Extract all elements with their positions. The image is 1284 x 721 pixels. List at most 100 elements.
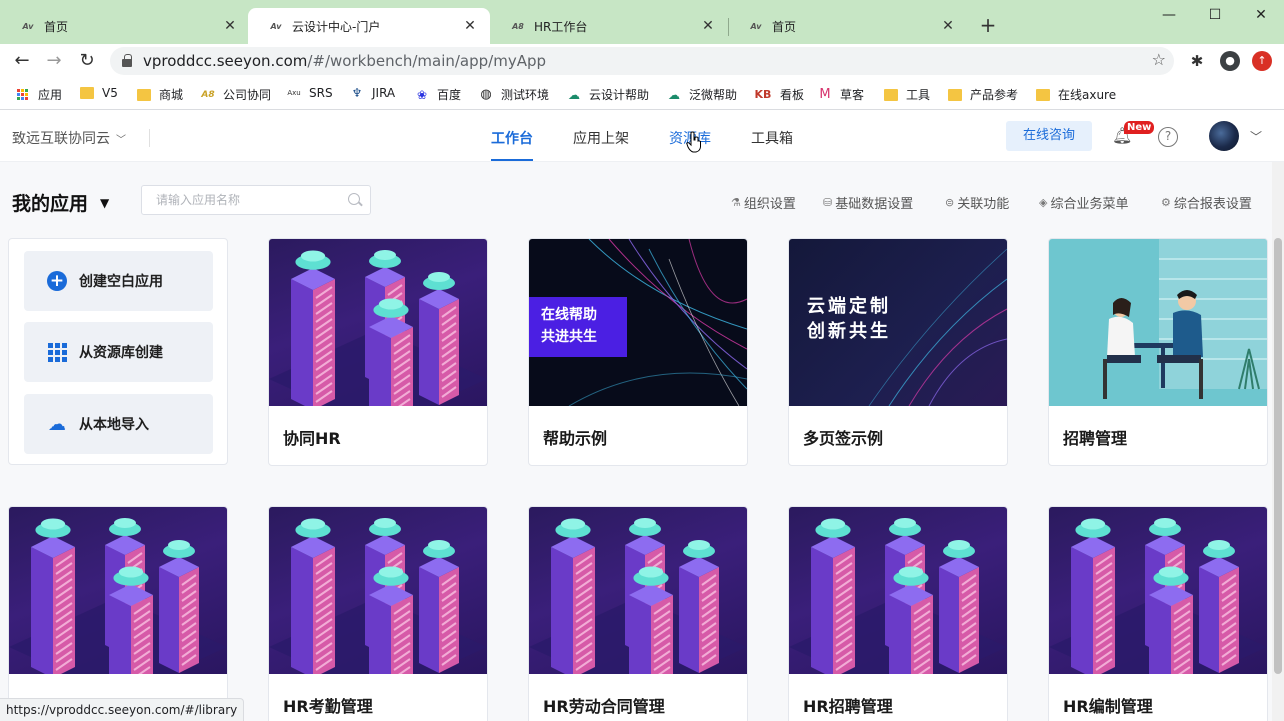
cloud-help-icon: ☁ — [568, 87, 580, 102]
related-functions-link[interactable]: ⊜ 关联功能 — [945, 193, 1009, 212]
bookmark-kanban[interactable]: KB 看板 — [754, 86, 804, 103]
app-card[interactable]: HR编制管理 — [1048, 506, 1268, 721]
folder-icon — [80, 87, 94, 99]
bookmarks-bar: 应用 V5 商城 A8 公司协同 Axu SRS ♆ JIRA ❀ 百度 ◍ 测试环境 ☁… — [0, 80, 1284, 110]
plus-circle-icon: + — [47, 271, 67, 291]
help-icon[interactable]: ? — [1158, 127, 1178, 147]
app-search — [141, 185, 371, 215]
browser-tab[interactable]: Av 首页 ✕ — [0, 8, 250, 44]
help-banner: 在线帮助 共进共生 — [529, 297, 627, 357]
base-data-settings-link[interactable]: ⛁ 基础数据设置 — [823, 193, 913, 212]
close-window-icon[interactable]: ✕ — [1250, 4, 1272, 26]
bookmark-company[interactable]: A8 公司协同 — [201, 86, 271, 103]
tab-title: HR工作台 — [534, 19, 588, 34]
browser-tab-active[interactable]: Av 云设计中心-门户 ✕ — [248, 8, 490, 44]
browser-tab[interactable]: Av 首页 ✕ — [728, 8, 968, 44]
folder-icon — [137, 88, 151, 101]
nav-workbench[interactable]: 工作台 — [491, 128, 533, 161]
building-shape — [1071, 518, 1115, 674]
bookmark-mall[interactable]: 商城 — [137, 86, 183, 103]
bookmark-jira[interactable]: ♆ JIRA — [350, 86, 396, 100]
search-icon[interactable] — [348, 193, 360, 205]
cloud-upload-icon: ☁ — [48, 413, 66, 435]
org-switcher[interactable]: 致远互联协同云 ﹀ — [12, 128, 126, 148]
bookmark-product-ref[interactable]: 产品参考 — [948, 86, 1018, 103]
minimize-icon[interactable]: — — [1158, 4, 1180, 26]
address-bar[interactable]: vproddcc.seeyon.com/#/workbench/main/app… — [110, 47, 1174, 75]
layers-icon: ◈ — [1039, 196, 1048, 209]
seeyon-favicon-icon: Av — [270, 21, 282, 31]
bookmark-online-axure[interactable]: 在线axure — [1036, 86, 1116, 103]
import-local-button[interactable]: ☁ 从本地导入 — [24, 394, 213, 454]
app-card[interactable]: 协同HR — [268, 238, 488, 466]
browser-tab[interactable]: A8 HR工作台 ✕ — [490, 8, 728, 44]
new-tab-button[interactable]: + — [976, 14, 1000, 38]
close-tab-icon[interactable]: ✕ — [462, 18, 478, 34]
maximize-icon[interactable]: ☐ — [1204, 4, 1226, 26]
org-settings-link[interactable]: ⚗ 组织设置 — [731, 193, 796, 212]
app-card[interactable]: HR绩效考核 — [8, 506, 228, 721]
bookmark-apps[interactable]: 应用 — [16, 86, 62, 103]
page-scrollbar[interactable] — [1272, 162, 1284, 721]
chevron-down-icon[interactable]: ﹀ — [1250, 128, 1262, 145]
url-text: vproddcc.seeyon.com/#/workbench/main/app… — [143, 52, 547, 70]
bookmark-star-icon[interactable]: ☆ — [1152, 50, 1166, 69]
search-input[interactable] — [142, 186, 332, 214]
database-icon: ⛁ — [823, 196, 833, 209]
isometric-city-illustration — [1049, 518, 1267, 674]
app-name: HR编制管理 — [1063, 697, 1153, 716]
hand-cursor-icon — [686, 131, 701, 153]
caret-down-icon: ▼ — [100, 195, 110, 210]
app-card[interactable]: 招聘管理 — [1048, 238, 1268, 466]
bookmark-weaver-help[interactable]: ☁ 泛微帮助 — [667, 86, 737, 103]
bookmark-v5[interactable]: V5 — [80, 86, 118, 100]
isometric-city-illustration — [529, 518, 747, 674]
bookmark-tools[interactable]: 工具 — [884, 86, 930, 103]
scrollbar-thumb[interactable] — [1274, 238, 1282, 674]
building-shape — [679, 540, 719, 673]
org-tree-icon: ⚗ — [731, 196, 741, 209]
close-tab-icon[interactable]: ✕ — [700, 18, 716, 34]
bookmark-baidu[interactable]: ❀ 百度 — [415, 86, 461, 103]
online-consult-button[interactable]: 在线咨询 — [1006, 121, 1092, 151]
building-shape — [159, 540, 199, 673]
reload-icon[interactable]: ↻ — [75, 49, 99, 73]
create-blank-app-button[interactable]: + 创建空白应用 — [24, 251, 213, 311]
app-card[interactable]: 在线帮助 共进共生 帮助示例 — [528, 238, 748, 466]
extensions-puzzle-icon[interactable]: ✱ — [1187, 51, 1207, 71]
business-menu-link[interactable]: ◈ 综合业务菜单 — [1039, 193, 1128, 212]
folder-icon — [884, 88, 898, 101]
forward-arrow-icon[interactable]: → — [42, 49, 66, 73]
extension-red-icon[interactable]: ↑ — [1252, 51, 1272, 71]
building-shape — [1199, 540, 1239, 673]
nav-toolbox[interactable]: 工具箱 — [751, 128, 793, 148]
app-card[interactable]: 云端定制 创新共生 多页签示例 — [788, 238, 1008, 466]
create-from-library-button[interactable]: 从资源库创建 — [24, 322, 213, 382]
building-shape — [31, 518, 75, 674]
bookmark-srs[interactable]: Axu SRS — [287, 86, 332, 100]
bookmark-test-env[interactable]: ◍ 测试环境 — [479, 86, 549, 103]
nav-app-listing[interactable]: 应用上架 — [573, 128, 629, 148]
app-cover-image — [9, 507, 227, 674]
header-divider — [149, 129, 150, 147]
app-card[interactable]: HR考勤管理 — [268, 506, 488, 721]
cover-slogan: 云端定制 创新共生 — [807, 296, 891, 342]
close-tab-icon[interactable]: ✕ — [940, 18, 956, 34]
app-cover-image — [1049, 239, 1267, 406]
app-name: HR劳动合同管理 — [543, 697, 665, 716]
profile-icon[interactable]: ● — [1220, 51, 1240, 71]
back-arrow-icon[interactable]: ← — [10, 49, 34, 73]
my-apps-title[interactable]: 我的应用 ▼ — [12, 189, 109, 216]
app-card[interactable]: HR劳动合同管理 — [528, 506, 748, 721]
isometric-city-illustration — [269, 250, 487, 406]
bookmark-caoke[interactable]: M 草客 — [818, 86, 864, 103]
avatar[interactable] — [1209, 121, 1239, 151]
seeyon-favicon-icon: Av — [22, 21, 34, 31]
bookmark-cloud-help[interactable]: ☁ 云设计帮助 — [567, 86, 649, 103]
close-tab-icon[interactable]: ✕ — [222, 18, 238, 34]
app-card[interactable]: HR招聘管理 — [788, 506, 1008, 721]
report-settings-link[interactable]: ⚙ 综合报表设置 — [1161, 193, 1252, 212]
tab-title: 首页 — [44, 19, 69, 34]
app-name: HR考勤管理 — [283, 697, 373, 716]
chevron-down-icon: ﹀ — [116, 134, 126, 146]
